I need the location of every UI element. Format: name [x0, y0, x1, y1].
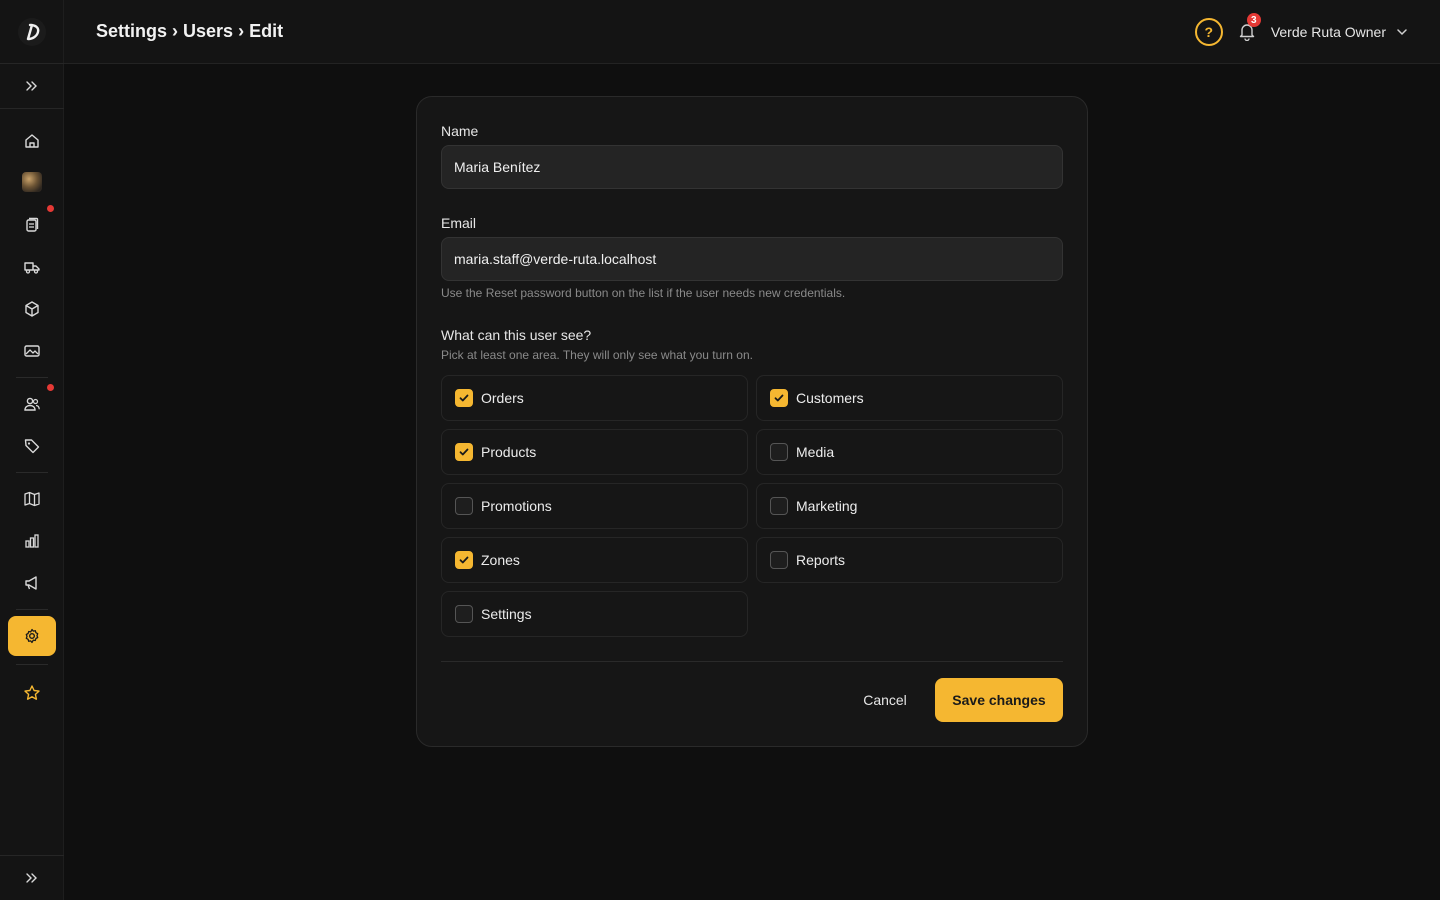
- permission-products[interactable]: Products: [441, 429, 748, 475]
- megaphone-icon: [25, 576, 37, 590]
- permission-marketing[interactable]: Marketing: [756, 483, 1063, 529]
- user-menu-name[interactable]: Verde Ruta Owner: [1271, 24, 1386, 40]
- permission-label: Customers: [796, 390, 864, 406]
- checkmark-icon: [459, 448, 469, 456]
- store-avatar: [22, 172, 42, 192]
- breadcrumb-separator: ›: [172, 21, 179, 41]
- permission-label: Settings: [481, 606, 532, 622]
- sidebar-item-home[interactable]: [8, 121, 56, 161]
- breadcrumb: Settings › Users › Edit: [96, 21, 283, 42]
- name-input[interactable]: [441, 145, 1063, 189]
- sidebar-item-settings[interactable]: [8, 616, 56, 656]
- permission-checkbox[interactable]: [455, 389, 473, 407]
- orders-icon: [26, 217, 39, 232]
- permissions-title: What can this user see?: [441, 327, 592, 343]
- help-glyph: ?: [1204, 24, 1214, 40]
- logo[interactable]: [0, 0, 64, 64]
- permission-zones[interactable]: Zones: [441, 537, 748, 583]
- map-icon: [24, 491, 40, 507]
- logo-icon: [18, 17, 46, 46]
- sidebar-item-delivery[interactable]: [8, 247, 56, 287]
- permission-label: Orders: [481, 390, 524, 406]
- help-icon[interactable]: ?: [1194, 18, 1223, 46]
- permission-label: Products: [481, 444, 537, 460]
- notification-count-badge: 3: [1246, 13, 1261, 27]
- permissions-hint: Pick at least one area. They will only s…: [441, 348, 753, 362]
- permission-checkbox[interactable]: [455, 497, 473, 515]
- sidebar-item-customers[interactable]: [8, 384, 56, 424]
- cancel-button[interactable]: Cancel: [847, 679, 923, 721]
- permission-checkbox[interactable]: [455, 443, 473, 461]
- email-label: Email: [441, 215, 477, 231]
- tag-icon: [24, 439, 40, 454]
- star-icon: [24, 685, 40, 700]
- permission-settings[interactable]: Settings: [441, 591, 748, 637]
- orders-notification-dot: [47, 205, 54, 212]
- permission-checkbox[interactable]: [770, 443, 788, 461]
- save-changes-button[interactable]: Save changes: [935, 678, 1063, 722]
- permission-media[interactable]: Media: [756, 429, 1063, 475]
- sidebar-item-favorites[interactable]: [8, 673, 56, 713]
- sidebar: [0, 0, 64, 900]
- sidebar-item-orders[interactable]: [8, 205, 56, 245]
- sidebar-item-marketing[interactable]: [8, 563, 56, 603]
- sidebar-divider: [0, 108, 64, 109]
- sidebar-item-products[interactable]: [8, 289, 56, 329]
- breadcrumb-separator: ›: [238, 21, 245, 41]
- sidebar-divider: [16, 472, 48, 473]
- top-header: Settings › Users › Edit ? 3 Verde Ruta O…: [64, 0, 1440, 64]
- permission-orders[interactable]: Orders: [441, 375, 748, 421]
- sidebar-divider: [16, 664, 48, 665]
- permission-label: Media: [796, 444, 835, 460]
- permission-checkbox[interactable]: [455, 551, 473, 569]
- customers-notification-dot: [47, 384, 54, 391]
- form-divider: [441, 661, 1063, 662]
- sidebar-expand-top-button[interactable]: [8, 66, 56, 106]
- checkmark-icon: [459, 556, 469, 564]
- breadcrumb-edit: Edit: [249, 21, 284, 41]
- box-icon: [25, 301, 39, 317]
- breadcrumb-settings[interactable]: Settings: [96, 21, 167, 42]
- media-icon: [24, 345, 40, 357]
- sidebar-item-media[interactable]: [8, 331, 56, 371]
- permission-label: Promotions: [481, 498, 552, 514]
- sidebar-item-promotions[interactable]: [8, 426, 56, 466]
- notifications-button[interactable]: 3: [1237, 13, 1261, 43]
- edit-user-card: Name Email Use the Reset password button…: [416, 96, 1088, 747]
- sidebar-item-reports[interactable]: [8, 521, 56, 561]
- permission-promotions[interactable]: Promotions: [441, 483, 748, 529]
- gear-icon: [25, 628, 39, 644]
- breadcrumb-users[interactable]: Users: [183, 21, 233, 42]
- permission-checkbox[interactable]: [770, 497, 788, 515]
- permission-checkbox[interactable]: [770, 551, 788, 569]
- sidebar-item-store[interactable]: [8, 162, 56, 202]
- reports-chart-icon: [25, 534, 39, 548]
- permission-checkbox[interactable]: [455, 605, 473, 623]
- sidebar-expand-bottom-button[interactable]: [8, 858, 56, 898]
- permission-label: Reports: [796, 552, 846, 568]
- permission-label: Zones: [481, 552, 520, 568]
- email-hint: Use the Reset password button on the lis…: [441, 286, 846, 300]
- permission-label: Marketing: [796, 498, 858, 514]
- checkmark-icon: [774, 394, 784, 402]
- header-actions: ? 3 Verde Ruta Owner: [1194, 0, 1408, 64]
- permission-customers[interactable]: Customers: [756, 375, 1063, 421]
- sidebar-divider: [16, 377, 48, 378]
- chevron-down-icon[interactable]: [1396, 26, 1408, 38]
- permission-reports[interactable]: Reports: [756, 537, 1063, 583]
- sidebar-item-zones[interactable]: [8, 479, 56, 519]
- sidebar-divider: [16, 609, 48, 610]
- name-label: Name: [441, 123, 479, 139]
- expand-icon: [26, 81, 37, 91]
- customers-icon: [24, 397, 40, 411]
- email-input[interactable]: [441, 237, 1063, 281]
- delivery-truck-icon: [24, 262, 40, 274]
- expand-icon: [26, 873, 37, 883]
- permission-checkbox[interactable]: [770, 389, 788, 407]
- sidebar-divider: [0, 855, 64, 856]
- checkmark-icon: [459, 394, 469, 402]
- home-icon: [25, 134, 39, 148]
